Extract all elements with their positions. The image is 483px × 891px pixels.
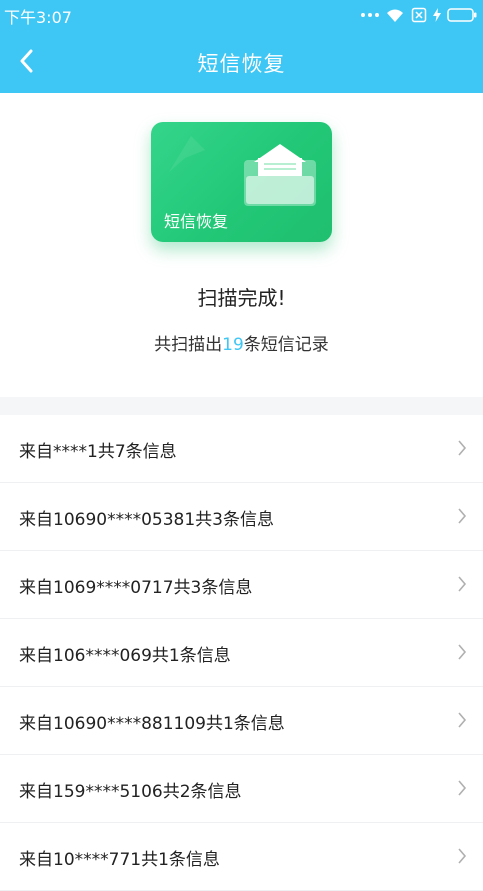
list-item-label: 来自****1共7条信息 xyxy=(19,442,177,462)
list-item[interactable]: 来自106****069共1条信息 xyxy=(0,619,483,687)
scan-complete-title: 扫描完成! xyxy=(197,286,286,310)
scan-summary: 共扫描出19条短信记录 xyxy=(0,330,483,355)
summary-count: 19 xyxy=(222,335,244,355)
status-icons xyxy=(361,6,477,24)
nav-bar: 短信恢复 xyxy=(0,30,483,93)
chevron-right-icon xyxy=(458,576,467,592)
sms-record-list: 来自****1共7条信息 来自10690****05381共3条信息 来自106… xyxy=(0,415,483,891)
card-label: 短信恢复 xyxy=(164,212,229,231)
chevron-right-icon xyxy=(458,848,467,864)
summary-suffix: 条短信记录 xyxy=(243,335,329,355)
list-item[interactable]: 来自10690****05381共3条信息 xyxy=(0,483,483,551)
list-item-label: 来自106****069共1条信息 xyxy=(19,646,231,666)
more-dots-icon xyxy=(361,13,379,17)
list-item[interactable]: 来自159****5106共2条信息 xyxy=(0,755,483,823)
list-item[interactable]: 来自1069****0717共3条信息 xyxy=(0,551,483,619)
sms-recovery-card: 短信恢复 xyxy=(151,122,332,242)
status-time: 下午3:07 xyxy=(4,8,72,27)
chevron-right-icon xyxy=(458,780,467,796)
list-item-label: 来自159****5106共2条信息 xyxy=(19,782,242,802)
card-decoration-icon xyxy=(169,136,205,172)
battery-icon xyxy=(447,8,477,22)
list-item[interactable]: 来自****1共7条信息 xyxy=(0,415,483,483)
chevron-right-icon xyxy=(458,440,467,456)
section-divider xyxy=(0,397,483,415)
list-item[interactable]: 来自10****771共1条信息 xyxy=(0,823,483,891)
wifi-icon xyxy=(387,9,403,22)
scan-result-section: 短信恢复 扫描完成! 共扫描出19条短信记录 xyxy=(0,93,483,397)
sim-off-icon xyxy=(411,7,427,23)
chevron-right-icon xyxy=(458,712,467,728)
chevron-right-icon xyxy=(458,644,467,660)
chevron-right-icon xyxy=(458,508,467,524)
list-item-label: 来自10690****881109共1条信息 xyxy=(19,714,285,734)
summary-prefix: 共扫描出 xyxy=(154,335,223,355)
page-title: 短信恢复 xyxy=(197,52,286,76)
list-item-label: 来自1069****0717共3条信息 xyxy=(19,578,253,598)
status-bar: 下午3:07 xyxy=(0,0,483,30)
list-item[interactable]: 来自10690****881109共1条信息 xyxy=(0,687,483,755)
list-item-label: 来自10****771共1条信息 xyxy=(19,850,220,870)
sms-envelope-icon xyxy=(244,144,316,206)
list-item-label: 来自10690****05381共3条信息 xyxy=(19,510,274,530)
charging-icon xyxy=(433,8,441,22)
